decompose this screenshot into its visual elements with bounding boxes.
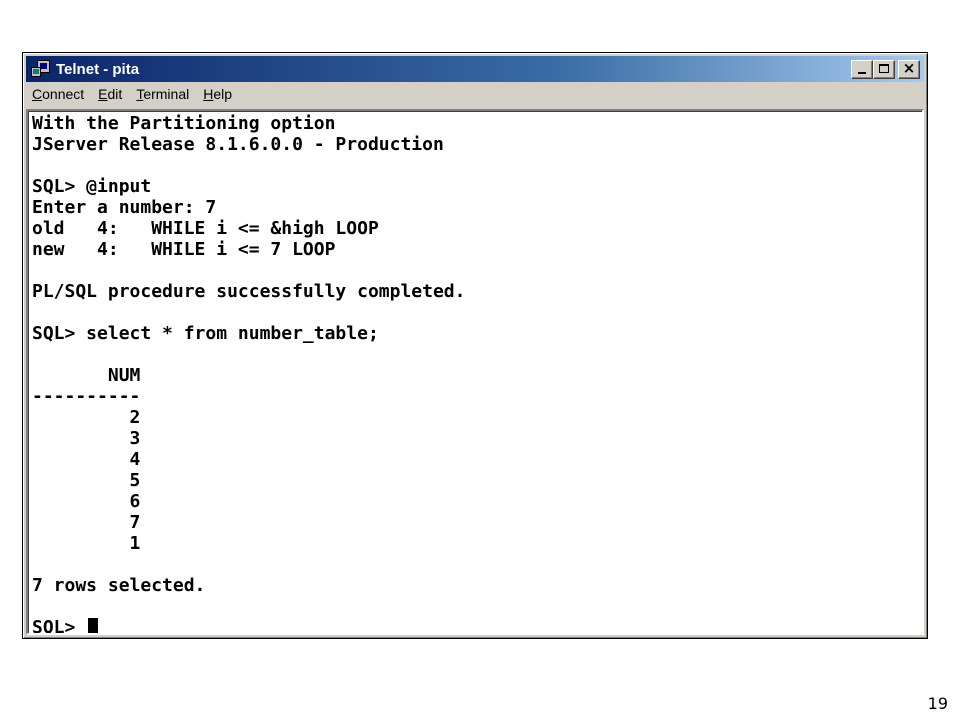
- menu-connect[interactable]: Connect: [32, 86, 84, 102]
- terminal-line: SQL> @input: [32, 176, 152, 197]
- terminal-line: old 4: WHILE i <= &high LOOP: [32, 218, 379, 239]
- terminal-line: 2: [32, 407, 141, 428]
- text-cursor: [88, 618, 99, 633]
- terminal-line: 6: [32, 491, 141, 512]
- close-icon: ×: [902, 59, 916, 77]
- terminal-line: ----------: [32, 386, 141, 407]
- sql-prompt: SQL>: [32, 617, 87, 635]
- terminal-line: 3: [32, 428, 141, 449]
- menu-terminal[interactable]: Terminal: [136, 86, 189, 102]
- terminal-line: With the Partitioning option: [32, 113, 336, 134]
- terminal-line: 7: [32, 512, 141, 533]
- terminal-line: 1: [32, 533, 141, 554]
- terminal-line: JServer Release 8.1.6.0.0 - Production: [32, 134, 444, 155]
- terminal-line: 7 rows selected.: [32, 575, 206, 596]
- menu-bar: Connect Edit Terminal Help: [26, 82, 924, 106]
- terminal-line: PL/SQL procedure successfully completed.: [32, 281, 466, 302]
- telnet-window: Telnet - pita × Connect Edit Terminal He…: [22, 52, 928, 639]
- minimize-icon: [858, 72, 866, 74]
- terminal-line: SQL> select * from number_table;: [32, 323, 379, 344]
- telnet-app-icon[interactable]: [30, 59, 52, 79]
- terminal-prompt-line[interactable]: SQL>: [32, 617, 922, 635]
- menu-help[interactable]: Help: [203, 86, 232, 102]
- terminal-line: 4: [32, 449, 141, 470]
- terminal-output[interactable]: With the Partitioning option JServer Rel…: [26, 109, 924, 635]
- terminal-line: Enter a number: 7: [32, 197, 217, 218]
- window-controls: ×: [851, 59, 920, 79]
- maximize-icon: [879, 64, 889, 73]
- terminal-line: NUM: [32, 365, 141, 386]
- close-button[interactable]: ×: [898, 59, 920, 79]
- terminal-line: 5: [32, 470, 141, 491]
- title-bar[interactable]: Telnet - pita ×: [26, 56, 924, 82]
- minimize-button[interactable]: [851, 60, 873, 79]
- page-number: 19: [927, 694, 948, 713]
- menu-edit[interactable]: Edit: [98, 86, 122, 102]
- terminal-line: new 4: WHILE i <= 7 LOOP: [32, 239, 336, 260]
- maximize-button[interactable]: [873, 60, 895, 79]
- window-title: Telnet - pita: [56, 60, 140, 78]
